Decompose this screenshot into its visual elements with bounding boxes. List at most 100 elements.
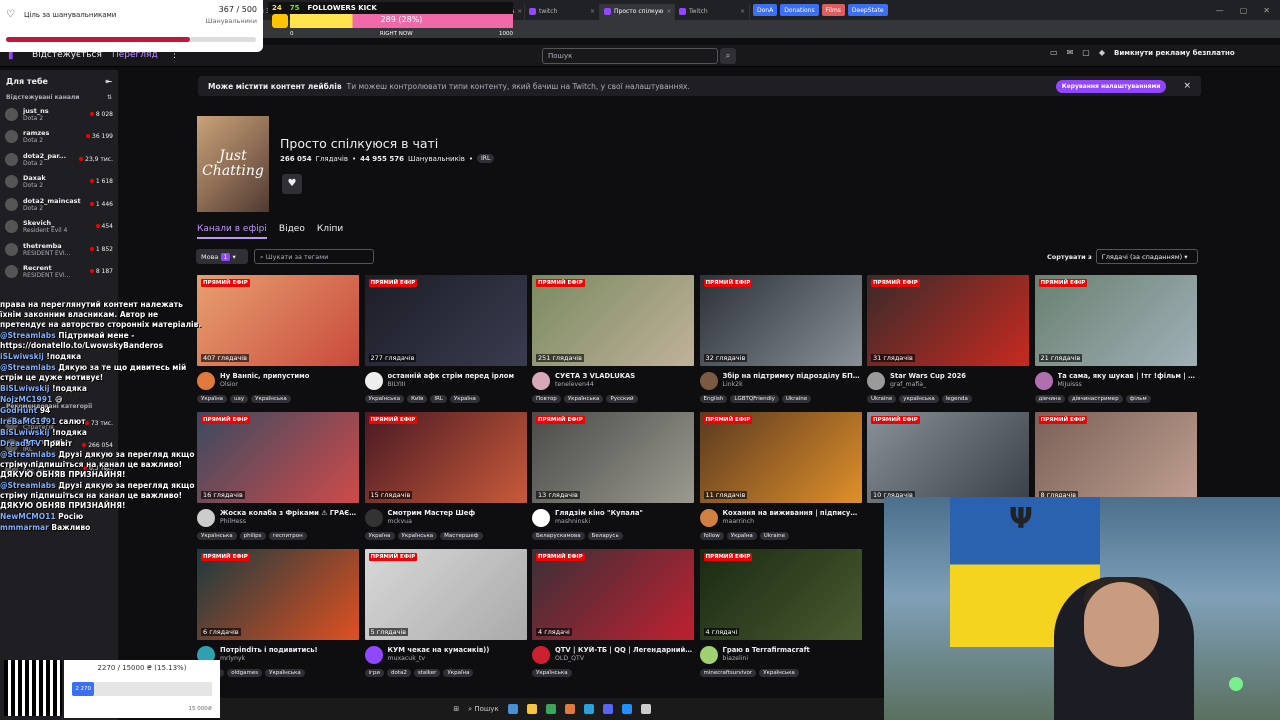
avatar[interactable] — [364, 646, 383, 664]
tag[interactable]: Україна — [364, 532, 395, 540]
channel-name[interactable]: BILYIII — [388, 381, 527, 388]
tag[interactable]: uay — [230, 395, 249, 403]
bookmark[interactable]: Donations — [780, 4, 819, 16]
tag[interactable]: Українська — [265, 669, 305, 677]
sidebar-channel[interactable]: Recrent RESIDENT EVI... 8 187 — [0, 261, 118, 284]
stream-thumbnail[interactable]: ПРЯМИЙ ЕФІР 13 глядачів — [532, 412, 694, 503]
tag[interactable]: геспитрон — [268, 532, 307, 540]
tag[interactable]: English — [699, 395, 728, 403]
tab-videos[interactable]: Відео — [279, 224, 305, 239]
stream-card[interactable]: ПРЯМИЙ ЕФІР 5 глядачів КУМ чекає на кумаси… — [364, 549, 527, 683]
tag[interactable]: дівчина — [1034, 395, 1065, 403]
collapse-sidebar-icon[interactable]: ⇤ — [105, 77, 112, 86]
stream-title[interactable]: Star Wars Cup 2026 — [890, 372, 1029, 380]
channel-name[interactable]: muxacuk_tv — [388, 655, 527, 662]
tag[interactable]: ігри — [364, 669, 384, 677]
sort-select[interactable]: Глядачі (за спаданням) ▾ — [1095, 249, 1198, 264]
category-tag[interactable]: IRL — [477, 154, 495, 163]
manage-settings-button[interactable]: Керування налаштуваннями — [1055, 79, 1167, 93]
edge-icon[interactable] — [621, 704, 632, 714]
sidebar-channel[interactable]: Skevich_ Resident Evil 4 454 — [0, 216, 118, 239]
avatar[interactable] — [699, 509, 718, 527]
stream-card[interactable]: ПРЯМИЙ ЕФІР 4 глядачі QTV | КУЙ-ТБ | QQ | … — [532, 549, 694, 683]
stream-title[interactable]: Кохання на виживання | підписуйся 🧡 — [723, 509, 862, 517]
sidebar-channel[interactable]: dota2_maincast Dota 2 1 446 — [0, 193, 118, 216]
stream-thumbnail[interactable]: ПРЯМИЙ ЕФІР 10 глядачів — [867, 412, 1029, 503]
tab-close-icon[interactable]: × — [666, 8, 671, 15]
tag[interactable]: Українська — [397, 532, 438, 540]
tag[interactable]: Повтор — [532, 395, 561, 403]
channel-name[interactable]: MiJuisss — [1058, 381, 1197, 388]
stream-title[interactable]: КУМ чекає на кумасиків)) — [388, 646, 527, 654]
stream-thumbnail[interactable]: ПРЯМИЙ ЕФІР 5 глядачів — [364, 549, 527, 640]
stream-thumbnail[interactable]: ПРЯМИЙ ЕФІР 32 глядачів — [699, 275, 862, 366]
avatar[interactable] — [364, 372, 383, 390]
channel-name[interactable]: PhilHess — [220, 518, 359, 525]
stream-thumbnail[interactable]: ПРЯМИЙ ЕФІР 4 глядачі — [532, 549, 694, 640]
browser-tab[interactable]: Просто спілкую × — [600, 3, 675, 20]
browser-tab[interactable]: Twitch × — [675, 3, 750, 20]
tab-close-icon[interactable]: × — [517, 8, 522, 15]
language-filter[interactable]: Мова 1 ▾ — [196, 249, 248, 264]
avatar[interactable] — [867, 372, 885, 390]
minimize-icon[interactable]: — — [1216, 6, 1224, 15]
sidebar-channel[interactable]: ramzes Dota 2 36 199 — [0, 126, 118, 149]
chat-icon[interactable]: ▢ — [1082, 48, 1090, 57]
stream-thumbnail[interactable]: ПРЯМИЙ ЕФІР 16 глядачів — [197, 412, 359, 503]
taskbar-search[interactable]: ⌕ Пошук — [468, 705, 498, 714]
adfree-button[interactable]: Вимкнути рекламу безплатно — [1114, 49, 1235, 57]
stream-thumbnail[interactable]: ПРЯМИЙ ЕФІР 277 глядачів — [364, 275, 527, 366]
avatar[interactable] — [532, 372, 550, 390]
stream-thumbnail[interactable]: ПРЯМИЙ ЕФІР 4 глядачі — [699, 549, 862, 640]
bookmark[interactable]: Films — [821, 4, 845, 16]
avatar[interactable] — [532, 646, 550, 664]
stream-title[interactable]: СУЄТА З VLADLUKAS — [555, 372, 694, 380]
telegram-icon[interactable] — [583, 704, 594, 714]
tag[interactable]: дівчинастример — [1067, 395, 1123, 403]
tab-live-channels[interactable]: Канали в ефірі — [197, 224, 267, 239]
tab-clips[interactable]: Кліпи — [317, 224, 343, 239]
stream-title[interactable]: Глядзім кіно "Купала" — [555, 509, 694, 517]
tab-close-icon[interactable]: × — [740, 8, 745, 15]
channel-name[interactable]: teneleven44 — [555, 381, 694, 388]
tag-search-input[interactable]: ⌕ Шукати за тегами — [254, 249, 374, 264]
inbox-icon[interactable]: ▭ — [1050, 48, 1058, 57]
stream-card[interactable]: ПРЯМИЙ ЕФІР 32 глядачів Збір на підтримку … — [699, 275, 862, 409]
tag[interactable]: Українська — [532, 669, 572, 677]
tag[interactable]: philips — [239, 532, 266, 540]
tag[interactable]: Беларусь — [587, 532, 623, 540]
stream-card[interactable]: ПРЯМИЙ ЕФІР 31 глядачів Star Wars Cup 2026… — [867, 275, 1029, 409]
stream-card[interactable]: ПРЯМИЙ ЕФІР 16 глядачів Жоска колаба з Фрі… — [197, 412, 359, 546]
tag[interactable]: follow — [699, 532, 724, 540]
avatar[interactable] — [364, 509, 383, 527]
stream-thumbnail[interactable]: ПРЯМИЙ ЕФІР 6 глядачів — [197, 549, 359, 640]
stream-title[interactable]: Збір на підтримку підрозділу БПЛА Н... — [723, 372, 862, 380]
chrome-icon[interactable] — [545, 704, 556, 714]
start-icon[interactable]: ⊞ — [453, 705, 459, 713]
stream-thumbnail[interactable]: ПРЯМИЙ ЕФІР 251 глядачів — [532, 275, 694, 366]
follow-heart-icon[interactable]: ♥ — [282, 174, 302, 194]
close-window-icon[interactable]: ✕ — [1263, 6, 1270, 15]
tag[interactable]: oldgames — [227, 669, 263, 677]
avatar[interactable] — [532, 509, 550, 527]
stream-title[interactable]: Жоска колаба з Фріками ⚠ ГРАЄМО ... — [220, 509, 359, 517]
stream-thumbnail[interactable]: ПРЯМИЙ ЕФІР 21 глядачів — [1034, 275, 1197, 366]
tag[interactable]: Україна — [726, 532, 757, 540]
stream-card[interactable]: ПРЯМИЙ ЕФІР 251 глядачів СУЄТА З VLADLUKAS… — [532, 275, 694, 409]
browser-tab[interactable]: twitch × — [525, 3, 600, 20]
channel-name[interactable]: mckvua — [388, 518, 527, 525]
channel-name[interactable]: mrlynyk — [220, 655, 359, 662]
channel-name[interactable]: biazelini — [723, 655, 862, 662]
bookmark[interactable]: DonA — [753, 4, 778, 16]
channel-name[interactable]: OLD_QTV — [555, 655, 694, 662]
stream-card[interactable]: ПРЯМИЙ ЕФІР 277 глядачів останній афк стрі… — [364, 275, 527, 409]
firefox-icon[interactable] — [564, 704, 575, 714]
tag[interactable]: stalker — [413, 669, 441, 677]
discord-icon[interactable] — [602, 704, 613, 714]
sidebar-channel[interactable]: dota2_par... Dota 2 23,9 тис. — [0, 148, 118, 171]
tag[interactable]: Українська — [759, 669, 799, 677]
taskview-icon[interactable] — [507, 704, 518, 714]
stream-title[interactable]: Та сама, яку шукав | !тг !фільм | Почав.… — [1058, 372, 1197, 380]
tag[interactable]: Українська — [563, 395, 604, 403]
maximize-icon[interactable]: ▢ — [1240, 6, 1248, 15]
